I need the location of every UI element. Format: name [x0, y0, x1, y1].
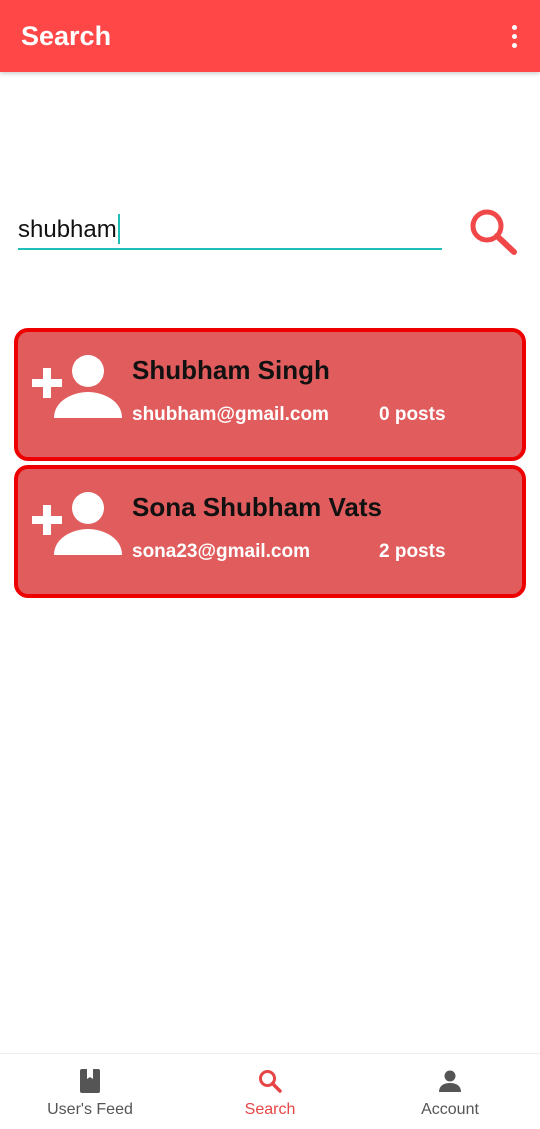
text-cursor: [117, 213, 120, 244]
search-result-card[interactable]: Shubham Singh shubham@gmail.com 0 posts: [14, 328, 526, 461]
search-input[interactable]: shubham: [18, 210, 442, 250]
user-post-count: 2 posts: [379, 541, 446, 562]
book-icon: [80, 1069, 100, 1093]
more-vert-icon[interactable]: [502, 18, 526, 54]
nav-label: Account: [421, 1101, 479, 1118]
person-icon: [439, 1070, 461, 1092]
nav-item-account[interactable]: Account: [360, 1054, 540, 1129]
search-icon: [470, 209, 517, 255]
bottom-navigation: User's Feed Search Account: [0, 1053, 540, 1129]
nav-label: Search: [244, 1101, 296, 1118]
search-button[interactable]: [464, 204, 520, 256]
user-name: Sona Shubham Vats: [132, 492, 382, 522]
nav-label: User's Feed: [47, 1101, 133, 1118]
user-email: shubham@gmail.com: [132, 404, 329, 425]
nav-item-users-feed[interactable]: User's Feed: [0, 1054, 180, 1129]
page-title: Search: [21, 21, 112, 51]
user-email: sona23@gmail.com: [132, 541, 310, 562]
nav-item-search[interactable]: Search: [180, 1054, 360, 1129]
user-name: Shubham Singh: [132, 355, 330, 385]
person-add-icon: [32, 355, 122, 418]
search-input-value: shubham: [18, 213, 120, 246]
search-result-card[interactable]: Sona Shubham Vats sona23@gmail.com 2 pos…: [14, 465, 526, 598]
search-icon: [259, 1070, 282, 1093]
person-add-icon: [32, 492, 122, 555]
app-bar: Search: [0, 0, 540, 72]
user-post-count: 0 posts: [379, 404, 446, 425]
